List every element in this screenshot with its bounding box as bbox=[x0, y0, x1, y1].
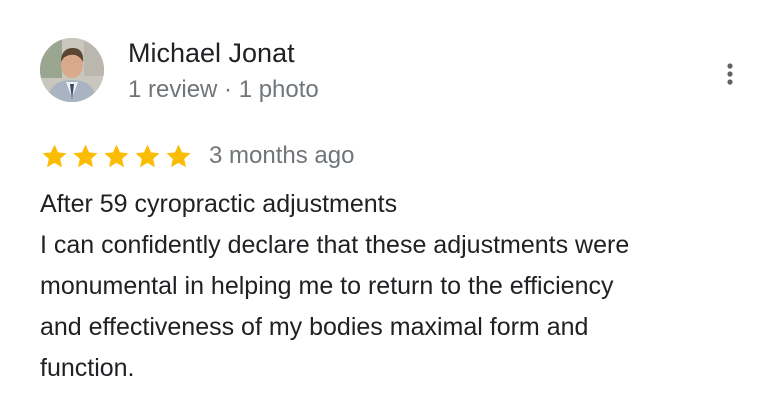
review-text-line: monumental in helping me to return to th… bbox=[40, 272, 614, 300]
review-text-line: I can confidently declare that these adj… bbox=[40, 231, 630, 259]
avatar-photo bbox=[40, 38, 104, 102]
reviewer-name[interactable]: Michael Jonat bbox=[128, 36, 295, 70]
review-text-line: function. bbox=[40, 354, 135, 382]
review-date: 3 months ago bbox=[209, 142, 355, 169]
star-icon bbox=[40, 142, 69, 171]
review-text-line: and effectiveness of my bodies maximal f… bbox=[40, 313, 589, 341]
star-icon bbox=[102, 142, 131, 171]
reviewer-avatar[interactable] bbox=[40, 38, 104, 102]
review-text-line: After 59 cyropractic adjustments bbox=[40, 190, 398, 218]
more-options-button[interactable] bbox=[714, 58, 746, 90]
review-text: After 59 cyropractic adjustments I can c… bbox=[40, 184, 750, 389]
star-icon bbox=[164, 142, 193, 171]
review-card: Michael Jonat 1 review · 1 photo 3 month… bbox=[0, 0, 776, 400]
star-rating bbox=[40, 142, 193, 171]
rating-row: 3 months ago bbox=[40, 138, 354, 174]
star-icon bbox=[133, 142, 162, 171]
star-icon bbox=[71, 142, 100, 171]
more-vert-icon bbox=[727, 63, 733, 85]
reviewer-meta: 1 review · 1 photo bbox=[128, 76, 319, 103]
